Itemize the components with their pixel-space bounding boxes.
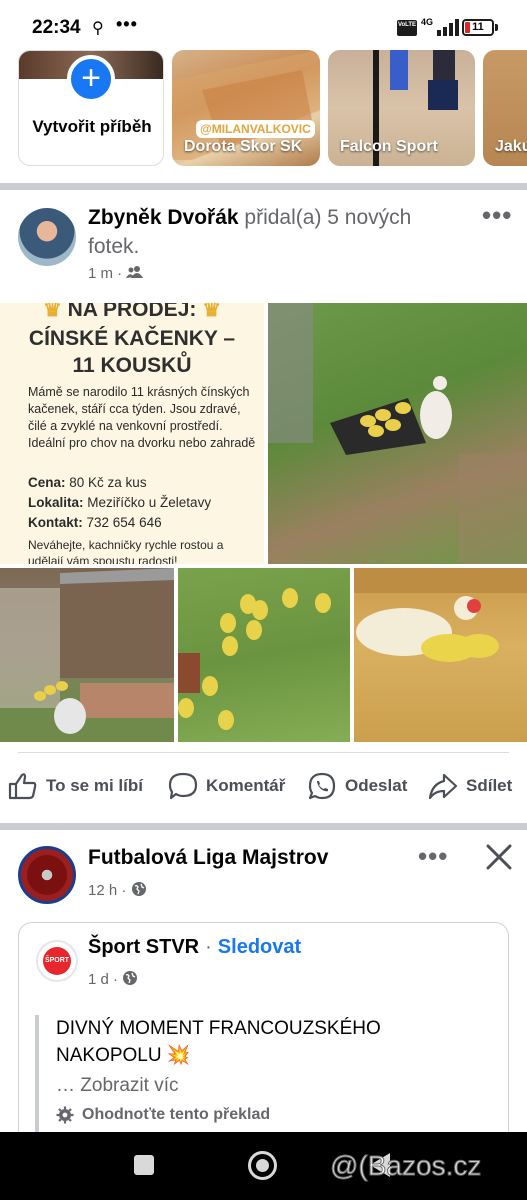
home-icon[interactable] bbox=[248, 1151, 277, 1180]
signal-bar-2 bbox=[443, 27, 447, 36]
post-photo[interactable] bbox=[268, 303, 527, 564]
see-more-link[interactable]: … Zobrazit víc bbox=[56, 1075, 178, 1097]
rate-translation-label: Ohodnoťte tento překlad bbox=[82, 1106, 271, 1123]
more-options-icon[interactable]: ••• bbox=[482, 200, 512, 231]
section-divider bbox=[0, 183, 527, 190]
avatar[interactable]: ŠPORT bbox=[36, 940, 78, 982]
follow-button[interactable]: Sledovat bbox=[218, 936, 301, 958]
post-meta: 1 m · bbox=[88, 265, 144, 282]
share-label: Sdílet bbox=[466, 776, 513, 795]
signal-bar-1 bbox=[437, 30, 441, 36]
recent-apps-icon[interactable] bbox=[134, 1155, 154, 1175]
ducklings-photo bbox=[268, 303, 527, 564]
champions-logo-icon bbox=[27, 855, 67, 895]
author-name[interactable]: Zbyněk Dvořák bbox=[88, 206, 239, 229]
battery-icon: 11 bbox=[462, 19, 494, 36]
more-notifications-icon: ••• bbox=[116, 14, 138, 34]
action-separator bbox=[18, 752, 509, 753]
comment-label: Komentář bbox=[206, 776, 286, 795]
globe-icon bbox=[131, 882, 146, 896]
post-header: Zbyněk Dvořák přidal(a) 5 nových fotek. bbox=[88, 203, 468, 261]
story-card[interactable]: @MILANVALKOVIC Dorota Skor SK bbox=[172, 50, 320, 166]
friends-icon bbox=[126, 266, 144, 278]
page-name[interactable]: Futbalová Liga Majstrov bbox=[88, 846, 328, 870]
status-time: 22:34 bbox=[32, 17, 81, 38]
ad-title-line1: ♛ NA PRODEJ: ♛ bbox=[42, 303, 222, 321]
stories-tray: + Vytvořit příběh @MILANVALKOVIC Dorota … bbox=[0, 50, 527, 170]
status-bar: 22:34 ⚲ ••• VoLTE 4G 11 bbox=[0, 0, 527, 56]
story-label: Falcon Sport bbox=[340, 138, 438, 155]
shared-header: Šport STVR · Sledovat bbox=[88, 936, 302, 958]
post-time[interactable]: 1 d bbox=[88, 971, 109, 988]
notification-icon: ⚲ bbox=[92, 20, 104, 37]
ad-contact: Kontakt: 732 654 646 bbox=[28, 515, 162, 530]
post-meta: 1 d · bbox=[88, 970, 138, 988]
post-actions: To se mi líbí Komentář Odeslat Sdílet bbox=[0, 766, 527, 806]
volte-icon: VoLTE bbox=[397, 20, 417, 36]
post-photo[interactable] bbox=[178, 568, 350, 742]
story-card[interactable]: Falcon Sport bbox=[328, 50, 475, 166]
avatar[interactable] bbox=[18, 208, 76, 266]
signal-bar-4 bbox=[455, 19, 459, 36]
avatar[interactable] bbox=[18, 846, 76, 904]
like-button[interactable]: To se mi líbí bbox=[8, 766, 143, 806]
signal-bar-3 bbox=[449, 23, 453, 36]
send-label: Odeslat bbox=[345, 776, 408, 795]
ad-price: Cena: 80 Kč za kus bbox=[28, 475, 147, 490]
story-watermark: @MILANVALKOVIC bbox=[196, 120, 315, 138]
ad-title-line3: 11 KOUSKŮ bbox=[72, 354, 192, 377]
story-label: Jakub bbox=[495, 138, 527, 155]
comment-icon bbox=[168, 772, 198, 800]
close-icon[interactable] bbox=[484, 842, 514, 872]
plus-icon: + bbox=[67, 55, 115, 103]
post-photo[interactable] bbox=[354, 568, 527, 742]
send-button[interactable]: Odeslat bbox=[307, 766, 407, 806]
ducklings-grass-photo bbox=[178, 588, 331, 730]
gear-icon bbox=[56, 1106, 74, 1124]
like-label: To se mi líbí bbox=[46, 776, 143, 795]
globe-icon bbox=[123, 971, 138, 985]
ad-footer: Neváhejte, kachničky rychle rostou a udě… bbox=[28, 538, 224, 564]
ad-description: Mámě se narodilo 11 krásných čínských ka… bbox=[28, 385, 256, 450]
stvr-logo-icon: ŠPORT bbox=[43, 947, 71, 975]
bazos-watermark: @(Bazos.cz bbox=[329, 1150, 482, 1182]
post-time[interactable]: 1 m bbox=[88, 265, 113, 282]
duck-mother-photo bbox=[354, 568, 527, 662]
ad-location: Lokalita: Meziříčko u Želetavy bbox=[28, 495, 212, 510]
post-time[interactable]: 12 h bbox=[88, 882, 117, 899]
coop-photo bbox=[0, 568, 174, 734]
ad-title-line2: CÍNSKÉ KAČENKY – bbox=[28, 327, 236, 350]
story-label: Dorota Skor SK bbox=[184, 138, 303, 155]
post-text: DIVNÝ MOMENT FRANCOUZSKÉHO NAKOPOLU 💥 bbox=[56, 1018, 381, 1066]
create-story-card[interactable]: + Vytvořit příběh bbox=[18, 50, 164, 166]
more-options-icon[interactable]: ••• bbox=[418, 841, 448, 872]
quote-bar bbox=[35, 1015, 39, 1132]
share-icon bbox=[428, 773, 458, 800]
story-card[interactable]: Jakub bbox=[483, 50, 527, 166]
post-photo[interactable] bbox=[0, 568, 174, 742]
post-image-ad[interactable]: ♛ NA PRODEJ: ♛ CÍNSKÉ KAČENKY – 11 KOUSK… bbox=[0, 303, 264, 564]
whatsapp-icon bbox=[308, 772, 336, 800]
comment-button[interactable]: Komentář bbox=[168, 766, 285, 806]
create-story-label: Vytvořit příběh bbox=[32, 117, 152, 136]
share-button[interactable]: Sdílet bbox=[428, 766, 512, 806]
network-type: 4G bbox=[421, 17, 434, 27]
battery-level: 11 bbox=[472, 21, 484, 33]
thumbs-up-icon bbox=[8, 773, 37, 800]
post-meta: 12 h · bbox=[88, 881, 147, 899]
section-divider bbox=[0, 823, 527, 830]
rate-translation-link[interactable]: Ohodnoťte tento překlad bbox=[56, 1106, 270, 1124]
shared-page-name[interactable]: Šport STVR bbox=[88, 936, 199, 958]
